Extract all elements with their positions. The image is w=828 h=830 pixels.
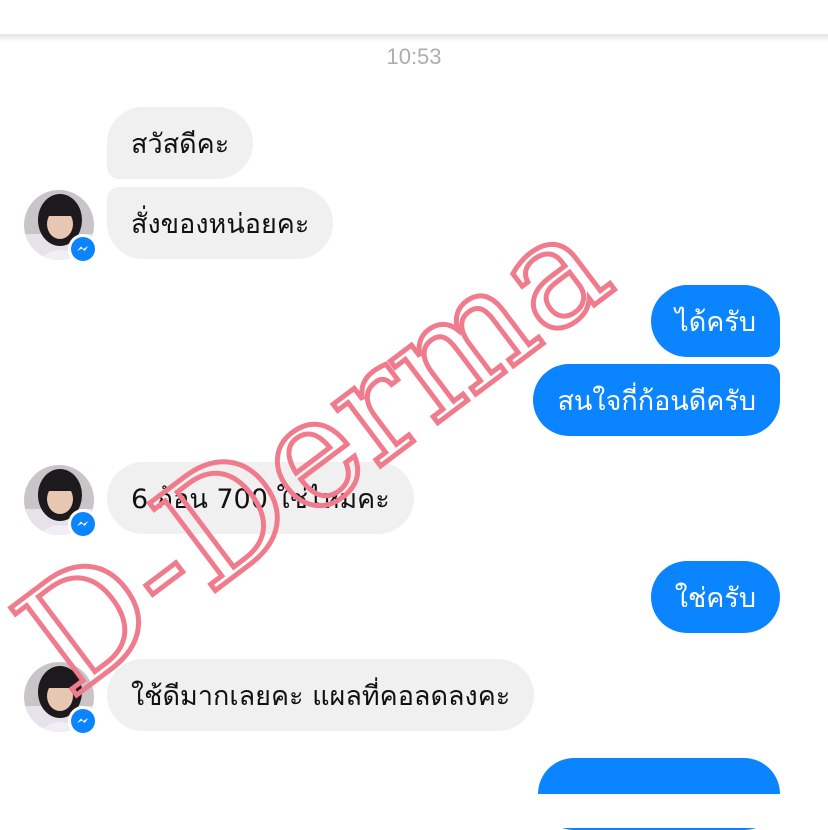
- message-text: สนใจกี่ก้อนดีครับ: [557, 385, 756, 417]
- message-text: ใช่ครับ: [674, 582, 756, 614]
- outgoing-message-bubble[interactable]: ได้ครับ: [651, 285, 780, 357]
- watermark-text: D-Derma: [0, 177, 640, 729]
- outgoing-message-bubble[interactable]: ใช่ครับ: [650, 561, 780, 633]
- messenger-icon: [68, 234, 98, 264]
- message-text: ได้ครับ: [675, 306, 756, 338]
- incoming-message-bubble[interactable]: สวัสดีคะ: [107, 107, 254, 179]
- contact-avatar[interactable]: [24, 662, 98, 736]
- incoming-message-bubble[interactable]: สั่งของหน่อยคะ: [107, 187, 334, 259]
- message-text: 6 ก้อน 700 ใช่ไหมคะ: [131, 483, 390, 515]
- header-divider: [0, 34, 828, 42]
- message-text: สวัสดีคะ: [131, 128, 230, 160]
- message-text: ใช้ดีมากเลยคะ แผลที่คอลดลงคะ: [131, 680, 511, 712]
- incoming-message-bubble[interactable]: 6 ก้อน 700 ใช่ไหมคะ: [107, 462, 414, 534]
- contact-avatar[interactable]: [24, 190, 98, 264]
- top-bar: [0, 0, 828, 34]
- contact-avatar[interactable]: [24, 465, 98, 539]
- message-timestamp: 10:53: [386, 44, 442, 69]
- incoming-message-bubble[interactable]: ใช้ดีมากเลยคะ แผลที่คอลดลงคะ: [107, 659, 535, 731]
- message-text: สั่งของหน่อยคะ: [131, 208, 310, 240]
- outgoing-message-bubble[interactable]: สนใจกี่ก้อนดีครับ: [533, 364, 780, 436]
- bottom-crop-area: [0, 794, 828, 828]
- messenger-icon: [68, 706, 98, 736]
- messenger-icon: [68, 509, 98, 539]
